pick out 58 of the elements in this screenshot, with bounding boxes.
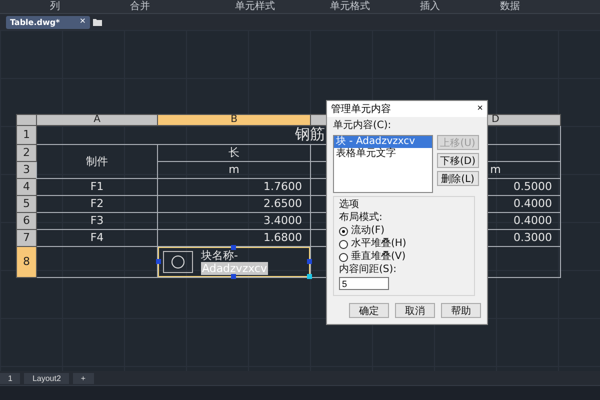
row-header[interactable]: 1 (16, 126, 36, 144)
file-tab[interactable]: Table.dwg* × (6, 16, 90, 28)
table-cell: 1.7600 (158, 178, 310, 196)
spacing-label: 内容间距(S): (339, 264, 398, 276)
table-cell: F2 (36, 196, 158, 212)
corner-cell (16, 114, 36, 126)
file-tab-title: Table.dwg* (10, 18, 60, 26)
table-cell: m (158, 162, 310, 178)
move-button[interactable]: 下移(D) (437, 153, 479, 168)
column-header[interactable]: B (158, 114, 310, 126)
ribbon-group-label: 单元格式 (330, 0, 371, 13)
dialog-title: 管理单元内容 (331, 102, 391, 116)
grip-handle[interactable] (307, 259, 312, 264)
table-cell: 长 (158, 144, 310, 162)
row-header[interactable]: 2 (16, 144, 36, 162)
ribbon-group-label: 合并 (130, 0, 151, 13)
content-list-item[interactable]: 块 - Adadzvzxcv (334, 136, 432, 148)
table-cell: 3.4000 (158, 212, 310, 230)
row-header[interactable]: 3 (16, 162, 36, 178)
table-cell: 制件 (36, 144, 158, 178)
close-button[interactable]: × (80, 17, 86, 27)
row-header[interactable]: 4 (16, 178, 36, 196)
grip-handle[interactable] (231, 274, 236, 279)
dialog-button[interactable]: 帮助 (441, 303, 481, 318)
column-header[interactable]: A (36, 114, 158, 126)
spacing-input[interactable]: 5 (339, 277, 389, 290)
radio-dot-icon[interactable] (339, 252, 348, 262)
options-title: 选项 (339, 199, 359, 211)
block-preview-icon (163, 251, 193, 273)
radio-dot-icon[interactable] (339, 226, 348, 236)
grip-handle[interactable] (156, 259, 161, 264)
row-header[interactable]: 5 (16, 196, 36, 212)
row-header[interactable]: 7 (16, 230, 36, 246)
dialog-button[interactable]: 确定 (349, 303, 389, 318)
folder-icon[interactable] (92, 18, 102, 26)
ribbon-group-label: 列 (50, 0, 61, 13)
row-header[interactable]: 6 (16, 212, 36, 230)
block-name-label: 块名称- (201, 249, 238, 262)
table-cell: F4 (36, 230, 158, 246)
table-cell: F1 (36, 178, 158, 196)
move-button[interactable]: 删除(L) (437, 171, 479, 186)
layout-mode-radio[interactable]: 垂直堆叠(V) (339, 251, 469, 263)
close-button[interactable]: × (477, 104, 483, 114)
layout-tab[interactable]: 1 (0, 372, 20, 384)
grip-handle[interactable] (231, 245, 236, 250)
ribbon-group-label: 插入 (420, 0, 441, 13)
radio-dot-icon[interactable] (339, 240, 348, 248)
row-header[interactable]: 8 (16, 246, 36, 278)
dialog-button[interactable]: 取消 (395, 303, 435, 318)
layout-tab[interactable]: + (72, 372, 94, 384)
table-cell: F3 (36, 212, 158, 230)
ribbon-group-label: 单元样式 (235, 0, 276, 13)
grip-handle[interactable] (307, 274, 312, 279)
layout-mode-label: 布局模式: (339, 212, 384, 224)
layout-tab[interactable]: Layout2 (24, 372, 69, 384)
table-cell: 2.6500 (158, 196, 310, 212)
ribbon-group-label: 数据 (500, 0, 521, 13)
table-cell: 1.6800 (158, 230, 310, 246)
